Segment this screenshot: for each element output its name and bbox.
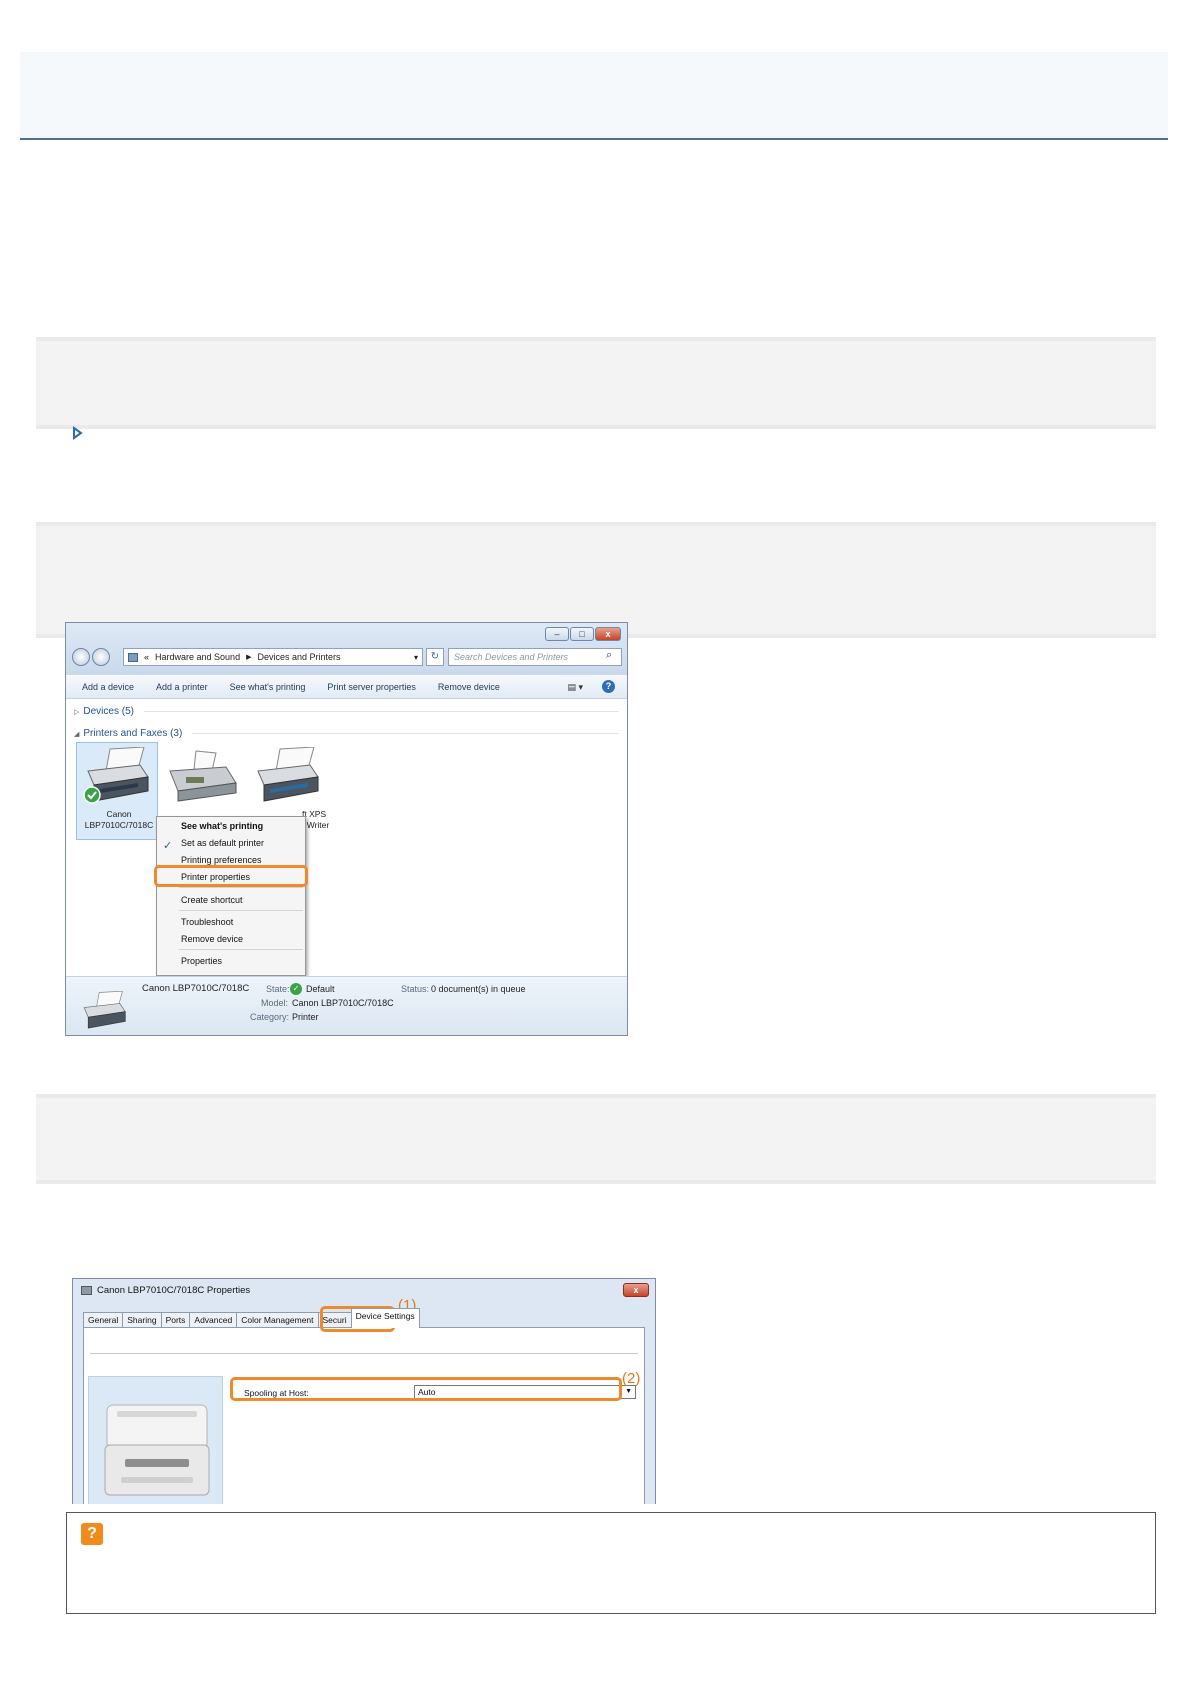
- step-band-3: [36, 1094, 1156, 1184]
- close-icon[interactable]: x: [623, 1283, 649, 1297]
- default-check-icon: ✓: [290, 983, 302, 995]
- context-menu: See what's printing ✓ Set as default pri…: [156, 816, 306, 976]
- details-status-value: 0 document(s) in queue: [431, 984, 526, 994]
- expanded-arrow-icon: ◢: [74, 730, 80, 738]
- menu-properties[interactable]: Properties: [181, 956, 222, 966]
- step-band-2: [36, 522, 1156, 638]
- printer-properties-screenshot: Canon LBP7010C/7018C Properties x Genera…: [72, 1278, 656, 1504]
- breadcrumb-devices-and-printers[interactable]: Devices and Printers: [257, 652, 340, 662]
- minimize-icon[interactable]: –: [545, 627, 569, 641]
- fax-icon[interactable]: [166, 749, 238, 803]
- group-printers[interactable]: ◢ Printers and Faxes (3): [74, 728, 619, 739]
- link-arrow-icon[interactable]: [72, 426, 84, 440]
- question-icon: ?: [81, 1523, 103, 1545]
- help-icon[interactable]: ?: [602, 680, 615, 693]
- group-devices[interactable]: ▷ Devices (5): [74, 706, 619, 717]
- tab-ports[interactable]: Ports: [160, 1312, 191, 1328]
- menu-separator: [179, 949, 303, 950]
- printer-image-panel: [88, 1376, 223, 1504]
- print-server-properties-button[interactable]: Print server properties: [327, 682, 416, 692]
- details-category-value: Printer: [292, 1012, 319, 1022]
- group-divider: [192, 733, 619, 734]
- menu-separator: [179, 887, 303, 888]
- details-status-key: Status:: [401, 984, 430, 994]
- details-model-key: Model:: [261, 998, 289, 1008]
- search-icon[interactable]: ⌕: [606, 649, 612, 662]
- menu-separator: [179, 910, 303, 911]
- search-input[interactable]: Search Devices and Printers: [448, 648, 622, 666]
- breadcrumb-overflow[interactable]: «: [144, 652, 149, 662]
- properties-tabs: General Sharing Ports Advanced Color Man…: [83, 1308, 420, 1328]
- window-buttons: – □ x: [545, 627, 621, 641]
- menu-printing-preferences[interactable]: Printing preferences: [181, 855, 262, 865]
- menu-create-shortcut[interactable]: Create shortcut: [181, 895, 243, 905]
- menu-troubleshoot[interactable]: Troubleshoot: [181, 917, 233, 927]
- page: – □ x « Hardware and Sound ▶ Devices and…: [0, 0, 1190, 1684]
- explorer-chrome: – □ x « Hardware and Sound ▶ Devices and…: [66, 623, 627, 675]
- see-whats-printing-button[interactable]: See what's printing: [230, 682, 306, 692]
- add-device-button[interactable]: Add a device: [82, 682, 134, 692]
- back-arrow-icon[interactable]: [72, 648, 90, 666]
- collapsed-arrow-icon: ▷: [74, 708, 80, 716]
- panel-divider: [90, 1353, 638, 1354]
- tab-general[interactable]: General: [83, 1312, 124, 1328]
- group-devices-label: Devices (5): [83, 706, 134, 717]
- hint-box: ?: [66, 1512, 1156, 1614]
- details-state-key: State:: [266, 984, 290, 994]
- printer-label-xps: ft XPS t Writer: [302, 809, 342, 831]
- details-pane: Canon LBP7010C/7018C State: ✓ Default St…: [66, 976, 627, 1035]
- devices-and-printers-screenshot: – □ x « Hardware and Sound ▶ Devices and…: [65, 622, 628, 1036]
- printer-image: [104, 1404, 210, 1496]
- address-bar[interactable]: « Hardware and Sound ▶ Devices and Print…: [123, 648, 423, 666]
- details-state-value: Default: [306, 984, 335, 994]
- canon-printer-icon[interactable]: [82, 747, 152, 805]
- check-icon: ✓: [163, 840, 173, 852]
- group-printers-label: Printers and Faxes (3): [83, 728, 183, 739]
- menu-see-whats-printing[interactable]: See what's printing: [181, 821, 263, 831]
- printer-small-icon: [81, 1286, 92, 1295]
- details-category-key: Category:: [250, 1012, 290, 1022]
- properties-title-bar: Canon LBP7010C/7018C Properties: [81, 1285, 250, 1296]
- printer-label-line1: Canon: [106, 809, 132, 819]
- xps-writer-icon[interactable]: [252, 747, 322, 805]
- tab-advanced[interactable]: Advanced: [189, 1312, 238, 1328]
- callout-2: (2): [622, 1370, 641, 1387]
- add-printer-button[interactable]: Add a printer: [156, 682, 208, 692]
- breadcrumb-separator-icon: ▶: [246, 654, 252, 661]
- step-band-1: [36, 337, 1156, 429]
- printer-label-line1: ft XPS: [302, 809, 327, 819]
- tab-color-management[interactable]: Color Management: [236, 1312, 319, 1328]
- close-icon[interactable]: x: [595, 627, 621, 641]
- printer-properties-highlight: [154, 865, 308, 887]
- explorer-toolbar: Add a device Add a printer See what's pr…: [66, 675, 627, 699]
- details-model-value: Canon LBP7010C/7018C: [292, 998, 394, 1008]
- forward-arrow-icon[interactable]: [92, 648, 110, 666]
- maximize-icon[interactable]: □: [570, 627, 594, 641]
- refresh-icon[interactable]: ↻: [426, 648, 444, 666]
- menu-remove-device[interactable]: Remove device: [181, 934, 243, 944]
- control-panel-icon: [128, 652, 138, 662]
- details-printer-name: Canon LBP7010C/7018C: [142, 983, 250, 994]
- chevron-down-icon: ▼: [625, 1388, 632, 1395]
- printer-label-line2: t Writer: [302, 820, 330, 830]
- remove-device-button[interactable]: Remove device: [438, 682, 500, 692]
- properties-title: Canon LBP7010C/7018C Properties: [97, 1285, 251, 1296]
- tab-device-settings[interactable]: Device Settings: [350, 1308, 420, 1328]
- address-dropdown-icon[interactable]: ▾: [414, 653, 422, 662]
- details-printer-icon: [83, 991, 126, 1029]
- group-divider: [143, 711, 619, 712]
- page-title-bar: [20, 52, 1168, 140]
- tab-sharing[interactable]: Sharing: [122, 1312, 162, 1328]
- spooling-highlight: [230, 1377, 622, 1401]
- printer-label-canon: Canon LBP7010C/7018C: [80, 809, 158, 831]
- view-options-icon[interactable]: ▤ ▾: [567, 682, 583, 693]
- breadcrumb-hardware-and-sound[interactable]: Hardware and Sound: [155, 652, 240, 662]
- menu-set-default-printer[interactable]: Set as default printer: [181, 838, 264, 848]
- properties-panel: Spooling at Host: Auto ▼: [83, 1327, 645, 1504]
- printer-label-line2: LBP7010C/7018C: [84, 820, 154, 830]
